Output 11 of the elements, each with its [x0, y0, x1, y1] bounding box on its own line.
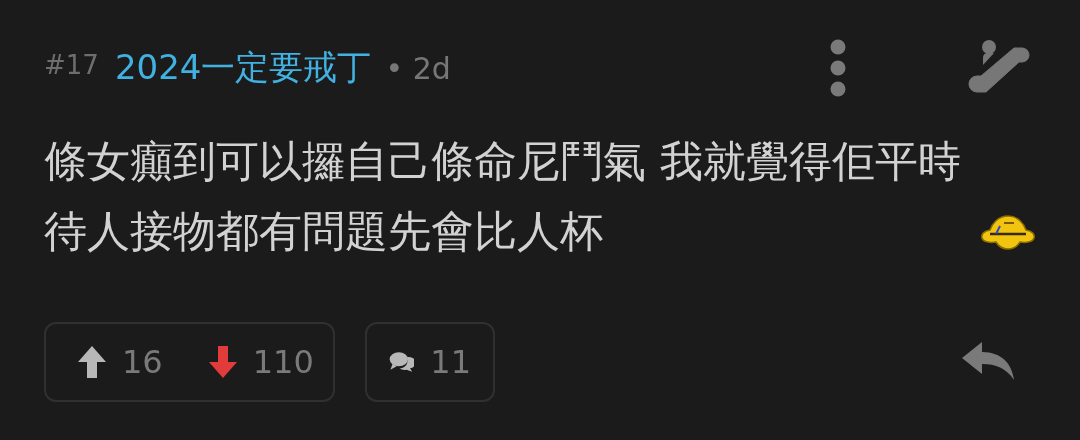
- post-age: • 2d: [385, 50, 451, 86]
- upvote-button[interactable]: 16: [78, 343, 163, 381]
- escalator-icon[interactable]: [966, 40, 1030, 96]
- comments-button[interactable]: 11: [365, 322, 495, 402]
- emoji-icon: [980, 214, 1036, 250]
- post-text: 條女癲到可以攞自己條命尼鬥氣 我就覺得佢平時待人接物都有問題先會比人杯: [44, 135, 962, 258]
- post-number: #17: [44, 50, 99, 80]
- downvote-button[interactable]: 110: [208, 343, 314, 381]
- more-options-icon[interactable]: [830, 39, 846, 97]
- reply-icon[interactable]: [962, 342, 1014, 382]
- author-name[interactable]: 2024一定要戒丁: [114, 45, 372, 91]
